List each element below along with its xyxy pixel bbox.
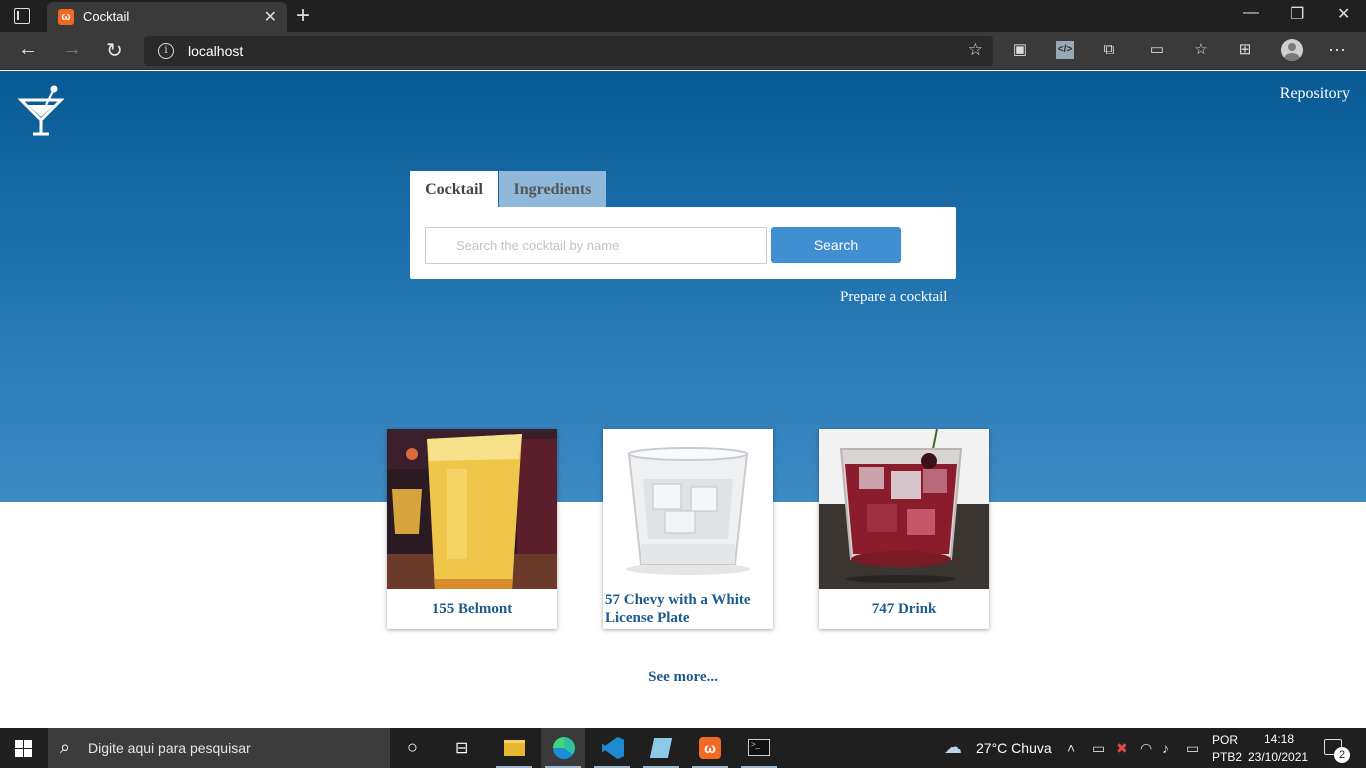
cast-icon[interactable]: ▭ <box>1148 41 1166 59</box>
search-button[interactable]: Search <box>771 227 901 263</box>
collections-add-icon[interactable]: ⊞ <box>1236 41 1254 59</box>
meet-now-icon[interactable]: ▭ <box>1092 740 1105 757</box>
weather-icon[interactable]: ☁ <box>944 737 962 758</box>
window-close-icon[interactable]: ✕ <box>1337 4 1350 24</box>
clock-date[interactable]: 23/10/2021 <box>1248 750 1308 764</box>
cocktail-name[interactable]: 57 Chevy with a White License Plate <box>603 589 773 629</box>
edge-browser-icon[interactable] <box>541 728 585 768</box>
back-icon[interactable]: ← <box>18 38 38 61</box>
wifi-icon[interactable]: ◠ <box>1140 740 1152 757</box>
page: Repository Cocktail Ingredients Search P… <box>0 71 1366 728</box>
chevron-up-icon[interactable]: ˄ <box>1067 740 1075 756</box>
clear-drink-photo[interactable] <box>603 429 773 589</box>
extensions-icon[interactable]: ⧉ <box>1100 41 1118 59</box>
orange-drink-photo[interactable] <box>387 429 557 589</box>
network-error-icon[interactable]: ✖ <box>1116 740 1128 757</box>
volume-icon[interactable]: ♪ <box>1162 740 1169 756</box>
cocktail-name[interactable]: 155 Belmont <box>387 589 557 629</box>
search-panel: Search <box>410 207 956 279</box>
keyboard-layout[interactable]: PTB2 <box>1212 750 1242 764</box>
battery-icon[interactable]: ▭ <box>1186 740 1199 757</box>
tab-title: Cocktail <box>83 9 130 24</box>
xampp-icon[interactable]: ω <box>688 728 732 768</box>
tab-actions-icon[interactable] <box>14 8 30 24</box>
browser-tab-bar: ω Cocktail ✕ + — ❐ ✕ <box>0 0 1366 32</box>
cocktail-card[interactable]: 155 Belmont <box>387 429 557 629</box>
profile-avatar[interactable] <box>1281 39 1303 61</box>
new-tab-icon[interactable]: + <box>296 2 310 30</box>
terminal-icon[interactable]: >_ <box>737 728 781 768</box>
taskbar-search-placeholder[interactable]: Digite aqui para pesquisar <box>88 740 251 756</box>
more-menu-icon[interactable]: ⋯ <box>1328 41 1346 59</box>
tab-close-icon[interactable]: ✕ <box>264 7 277 27</box>
taskbar-search-box[interactable]: ⌕ Digite aqui para pesquisar <box>48 728 390 768</box>
address-bar[interactable]: i localhost ☆ <box>144 36 993 66</box>
task-view-icon[interactable]: ⊟ <box>455 738 468 758</box>
red-drink-photo[interactable] <box>819 429 989 589</box>
vscode-icon[interactable] <box>590 728 634 768</box>
restore-icon[interactable]: ❐ <box>1290 4 1304 24</box>
collections-icon[interactable]: ▣ <box>1011 41 1029 59</box>
clock-time[interactable]: 14:18 <box>1264 732 1294 746</box>
notepad-icon[interactable] <box>639 728 683 768</box>
notification-count-badge: 2 <box>1334 747 1350 763</box>
see-more-link[interactable]: See more... <box>0 669 1366 686</box>
cortana-icon[interactable]: ○ <box>407 737 418 758</box>
windows-taskbar: ⌕ Digite aqui para pesquisar ○ ⊟ ω >_ ☁ … <box>0 728 1366 768</box>
cocktail-card[interactable]: 747 Drink <box>819 429 989 629</box>
repository-link[interactable]: Repository <box>1280 85 1350 103</box>
file-explorer-icon[interactable] <box>492 728 536 768</box>
weather-text[interactable]: 27°C Chuva <box>976 740 1052 756</box>
cocktail-search-input[interactable] <box>425 227 767 264</box>
windows-start-icon[interactable] <box>15 740 32 757</box>
favorite-add-icon[interactable]: ☆ <box>968 40 983 60</box>
tab-cocktail[interactable]: Cocktail <box>410 171 498 208</box>
browser-tab[interactable]: ω Cocktail ✕ <box>47 2 287 32</box>
cocktail-card[interactable]: 57 Chevy with a White License Plate <box>603 429 773 629</box>
search-icon: ⌕ <box>60 737 71 757</box>
favorites-icon[interactable]: ☆ <box>1192 41 1210 59</box>
language-indicator[interactable]: POR <box>1212 733 1238 747</box>
tab-ingredients[interactable]: Ingredients <box>499 171 606 208</box>
forward-icon[interactable]: → <box>62 38 82 61</box>
prepare-cocktail-link[interactable]: Prepare a cocktail <box>840 289 947 306</box>
martini-glass-icon[interactable] <box>18 83 64 137</box>
minimize-icon[interactable]: — <box>1243 4 1259 22</box>
devtools-extension-icon[interactable]: </> <box>1056 41 1074 59</box>
browser-toolbar: ← → ↻ i localhost ☆ ▣ </> ⧉ ▭ ☆ ⊞ ⋯ <box>0 32 1366 70</box>
refresh-icon[interactable]: ↻ <box>106 38 123 63</box>
xampp-favicon-icon: ω <box>58 9 74 25</box>
url-text[interactable]: localhost <box>188 43 243 59</box>
site-info-icon[interactable]: i <box>158 43 174 59</box>
cocktail-name[interactable]: 747 Drink <box>819 589 989 629</box>
